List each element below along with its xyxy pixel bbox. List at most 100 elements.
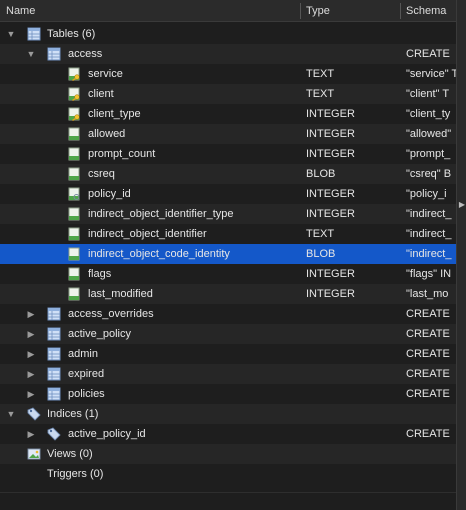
- tree-node-label: Indices (1): [47, 408, 99, 420]
- tree-node-label: access_overrides: [68, 308, 154, 320]
- field-icon: [67, 287, 81, 301]
- tag-icon: [47, 427, 61, 441]
- tree-node-table[interactable]: ▶ access_overrides CREATE: [0, 304, 456, 324]
- disclosure-collapsed-icon[interactable]: ▶: [25, 364, 37, 384]
- tree-node-label: active_policy_id: [68, 428, 146, 440]
- field-icon: [67, 247, 81, 261]
- schema-cell: "indirect_: [406, 228, 452, 240]
- table-icon: [47, 47, 61, 61]
- column-header-name[interactable]: Name: [6, 0, 35, 22]
- field-name: service: [88, 68, 123, 80]
- disclosure-collapsed-icon[interactable]: ▶: [25, 304, 37, 324]
- key-field-icon: [67, 67, 81, 81]
- tree-node-indices[interactable]: ▼ Indices (1): [0, 404, 456, 424]
- table-icon: [47, 307, 61, 321]
- type-cell: INTEGER: [306, 268, 355, 280]
- type-cell: TEXT: [306, 228, 335, 240]
- disclosure-expanded-icon[interactable]: ▼: [5, 24, 17, 44]
- tree-node-tables[interactable]: ▼ Tables (6): [0, 24, 456, 44]
- type-cell: INTEGER: [306, 148, 355, 160]
- field-row[interactable]: indirect_object_identifier_type INTEGER …: [0, 204, 456, 224]
- field-name: indirect_object_code_identity: [88, 248, 230, 260]
- schema-cell: "last_mo: [406, 288, 449, 300]
- splitter-strip[interactable]: [456, 0, 466, 510]
- field-name: last_modified: [88, 288, 153, 300]
- disclosure-collapsed-icon[interactable]: ▶: [25, 344, 37, 364]
- field-row[interactable]: service TEXT "service" T: [0, 64, 456, 84]
- field-row[interactable]: policy_id INTEGER "policy_i: [0, 184, 456, 204]
- column-header-schema[interactable]: Schema: [406, 0, 446, 22]
- disclosure-expanded-icon[interactable]: ▼: [25, 44, 37, 64]
- column-header-type[interactable]: Type: [306, 0, 330, 22]
- tree-node-table[interactable]: ▶ policies CREATE: [0, 384, 456, 404]
- table-icon: [47, 387, 61, 401]
- schema-cell: "prompt_: [406, 148, 451, 160]
- disclosure-collapsed-icon[interactable]: ▶: [25, 424, 37, 444]
- type-cell: INTEGER: [306, 288, 355, 300]
- schema-cell: "indirect_: [406, 248, 452, 260]
- type-cell: BLOB: [306, 168, 336, 180]
- tree-node-index[interactable]: ▶ active_policy_id CREATE: [0, 424, 456, 444]
- field-row[interactable]: last_modified INTEGER "last_mo: [0, 284, 456, 304]
- field-icon: [67, 167, 81, 181]
- column-divider[interactable]: [400, 3, 401, 19]
- field-name: csreq: [88, 168, 115, 180]
- schema-cell: "allowed": [406, 128, 452, 140]
- field-name: prompt_count: [88, 148, 156, 160]
- field-row[interactable]: indirect_object_identifier TEXT "indirec…: [0, 224, 456, 244]
- disclosure-collapsed-icon[interactable]: ▶: [25, 324, 37, 344]
- tree-node-access[interactable]: ▼ access CREATE: [0, 44, 456, 64]
- type-cell: INTEGER: [306, 208, 355, 220]
- disclosure-collapsed-icon[interactable]: ▶: [25, 384, 37, 404]
- schema-cell: CREATE: [406, 348, 450, 360]
- tree-node-label: admin: [68, 348, 98, 360]
- schema-cell: CREATE: [406, 368, 450, 380]
- schema-cell: "csreq" B: [406, 168, 452, 180]
- tree-node-views[interactable]: Views (0): [0, 444, 456, 464]
- field-icon: [67, 147, 81, 161]
- tree-node-table[interactable]: ▶ admin CREATE: [0, 344, 456, 364]
- table-icon: [47, 327, 61, 341]
- panel-footer: [0, 492, 456, 510]
- field-row[interactable]: allowed INTEGER "allowed": [0, 124, 456, 144]
- disclosure-expanded-icon[interactable]: ▼: [5, 404, 17, 424]
- schema-cell: CREATE: [406, 308, 450, 320]
- field-row-selected[interactable]: indirect_object_code_identity BLOB "indi…: [0, 244, 456, 264]
- field-name: client_type: [88, 108, 141, 120]
- schema-cell: CREATE: [406, 48, 450, 60]
- column-divider[interactable]: [300, 3, 301, 19]
- tree-node-table[interactable]: ▶ active_policy CREATE: [0, 324, 456, 344]
- key-field-icon: [67, 107, 81, 121]
- tree-node-label: Views (0): [47, 448, 93, 460]
- splitter-arrow-icon[interactable]: ▶: [458, 198, 466, 212]
- schema-cell: "client_ty: [406, 108, 451, 120]
- type-cell: TEXT: [306, 68, 335, 80]
- tree-node-label: expired: [68, 368, 105, 380]
- type-cell: TEXT: [306, 88, 335, 100]
- schema-cell: CREATE: [406, 428, 450, 440]
- field-name: allowed: [88, 128, 126, 140]
- schema-cell: "client" T: [406, 88, 450, 100]
- field-icon: [67, 207, 81, 221]
- tree-node-label: active_policy: [68, 328, 131, 340]
- schema-cell: CREATE: [406, 388, 450, 400]
- field-row[interactable]: client TEXT "client" T: [0, 84, 456, 104]
- field-row[interactable]: prompt_count INTEGER "prompt_: [0, 144, 456, 164]
- field-name: client: [88, 88, 114, 100]
- key-field-icon: [67, 87, 81, 101]
- tree-node-table[interactable]: ▶ expired CREATE: [0, 364, 456, 384]
- schema-cell: CREATE: [406, 328, 450, 340]
- table-icon: [47, 347, 61, 361]
- schema-tree-panel: Name Type Schema ▼ Tables (6) ▼ access C…: [0, 0, 456, 510]
- field-row[interactable]: csreq BLOB "csreq" B: [0, 164, 456, 184]
- tree-node-triggers[interactable]: Triggers (0): [0, 464, 456, 484]
- field-name: policy_id: [88, 188, 131, 200]
- tree-node-label: policies: [68, 388, 105, 400]
- field-row[interactable]: client_type INTEGER "client_ty: [0, 104, 456, 124]
- schema-cell: "indirect_: [406, 208, 452, 220]
- type-cell: BLOB: [306, 248, 336, 260]
- table-icon: [47, 367, 61, 381]
- field-row[interactable]: flags INTEGER "flags" IN: [0, 264, 456, 284]
- column-header: Name Type Schema: [0, 0, 456, 22]
- image-icon: [27, 447, 41, 461]
